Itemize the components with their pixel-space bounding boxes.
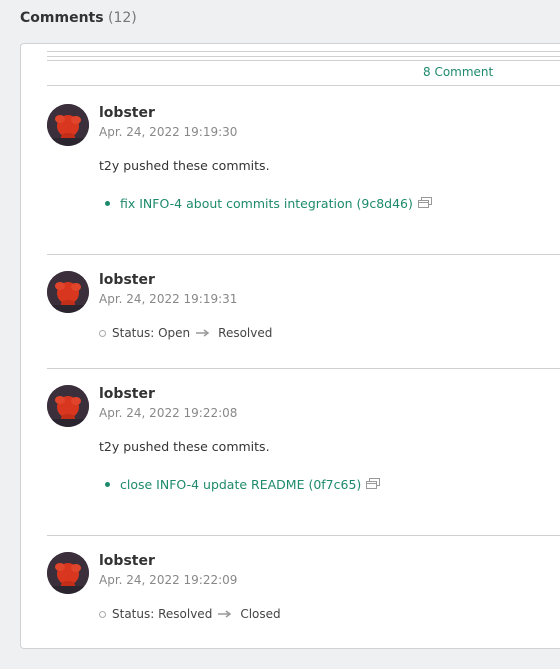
divider <box>47 368 560 369</box>
arrow-right-icon <box>218 607 232 621</box>
author-name[interactable]: lobster <box>99 552 155 570</box>
author-name[interactable]: lobster <box>99 104 155 122</box>
avatar[interactable] <box>47 385 89 427</box>
arrow-right-icon <box>196 326 210 340</box>
divider <box>47 56 560 57</box>
timestamp: Apr. 24, 2022 19:19:31 <box>99 292 238 306</box>
comment-count-link[interactable]: 8 Comment <box>423 65 493 79</box>
commit-link[interactable]: close INFO-4 update README (0f7c65) <box>120 477 361 492</box>
timeline-entry: lobster Apr. 24, 2022 19:19:30 t2y pushe… <box>47 104 560 254</box>
status-change: Status: Resolved Closed <box>99 607 281 621</box>
status-to: Closed <box>240 607 281 621</box>
comments-panel: 8 Comment lobster Apr. 24, 2022 19:19:30… <box>20 43 560 649</box>
bullet <box>105 482 110 487</box>
status-from: Status: Resolved <box>112 607 213 621</box>
status-dot-icon <box>99 329 106 337</box>
timestamp: Apr. 24, 2022 19:22:09 <box>99 573 238 587</box>
timeline-entry: lobster Apr. 24, 2022 19:19:31 Status: O… <box>47 271 560 351</box>
timeline-entry: lobster Apr. 24, 2022 19:22:08 t2y pushe… <box>47 385 560 535</box>
author-name[interactable]: lobster <box>99 271 155 289</box>
timestamp: Apr. 24, 2022 19:22:08 <box>99 406 238 420</box>
commit-link[interactable]: fix INFO-4 about commits integration (9c… <box>120 196 413 211</box>
avatar[interactable] <box>47 104 89 146</box>
divider <box>47 254 560 255</box>
status-to: Resolved <box>218 326 273 340</box>
comments-count: (12) <box>108 10 137 26</box>
timeline-entry: lobster Apr. 24, 2022 19:22:09 Status: R… <box>47 552 560 632</box>
timestamp: Apr. 24, 2022 19:19:30 <box>99 125 238 139</box>
divider <box>47 60 560 61</box>
status-from: Status: Open <box>112 326 191 340</box>
status-change: Status: Open Resolved <box>99 326 272 340</box>
author-name[interactable]: lobster <box>99 385 155 403</box>
avatar[interactable] <box>47 271 89 313</box>
commit-list-item: close INFO-4 update README (0f7c65) <box>105 477 381 492</box>
divider <box>47 85 560 86</box>
status-dot-icon <box>99 610 106 618</box>
new-window-icon[interactable] <box>366 477 381 492</box>
commit-list-item: fix INFO-4 about commits integration (9c… <box>105 196 432 211</box>
avatar[interactable] <box>47 552 89 594</box>
divider <box>47 51 560 52</box>
comment-body: t2y pushed these commits. <box>99 439 270 454</box>
comments-header: Comments (12) <box>20 8 137 28</box>
divider <box>47 535 560 536</box>
comment-body: t2y pushed these commits. <box>99 158 270 173</box>
comments-title: Comments <box>20 10 104 26</box>
bullet <box>105 201 110 206</box>
new-window-icon[interactable] <box>417 196 432 211</box>
